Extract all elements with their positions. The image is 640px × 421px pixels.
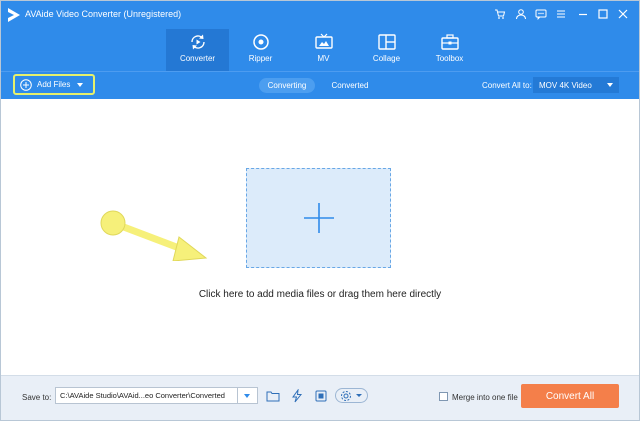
save-path-field[interactable]: C:\AVAide Studio\AVAid...eo Converter\Co… (55, 387, 238, 404)
save-path-dropdown[interactable] (238, 387, 258, 404)
bottom-bar: Save to: C:\AVAide Studio\AVAid...eo Con… (1, 375, 639, 420)
app-window: AVAide Video Converter (Unregistered) Co… (0, 0, 640, 421)
tab-collage-label: Collage (372, 54, 401, 63)
open-folder-button[interactable] (264, 387, 282, 404)
lightning-icon (292, 388, 303, 402)
tab-converted[interactable]: Converted (323, 78, 377, 93)
tab-toolbox[interactable]: Toolbox (418, 29, 481, 71)
output-format-select[interactable]: MOV 4K Video (533, 77, 619, 93)
chevron-down-icon[interactable] (77, 82, 84, 87)
toolbox-icon (440, 33, 460, 51)
tab-converter[interactable]: Converter (166, 29, 229, 71)
collage-grid-icon (377, 33, 397, 51)
tab-converter-label: Converter (179, 54, 216, 63)
ripper-disc-icon (251, 33, 271, 51)
tab-ripper-label: Ripper (248, 54, 273, 63)
merge-checkbox[interactable] (439, 392, 448, 401)
gpu-acceleration-button[interactable] (312, 387, 330, 404)
app-logo-icon (8, 8, 20, 22)
folder-icon (266, 391, 280, 401)
cart-icon[interactable] (491, 5, 509, 23)
add-files-button[interactable]: Add Files (13, 74, 95, 95)
tab-mv[interactable]: MV (292, 29, 355, 71)
chevron-down-icon (607, 83, 613, 87)
chevron-down-icon (356, 394, 362, 397)
merge-label: Merge into one file (452, 393, 518, 402)
maximize-icon[interactable] (594, 5, 612, 23)
converter-icon (188, 33, 208, 51)
pointer-arrow-icon (100, 210, 208, 261)
title-bar: AVAide Video Converter (Unregistered) Co… (1, 1, 639, 71)
minimize-icon[interactable] (574, 5, 592, 23)
gear-icon (341, 390, 351, 401)
gpu-chip-icon (315, 390, 327, 401)
tab-ripper[interactable]: Ripper (229, 29, 292, 71)
converter-toolbar: Add Files Converting Converted Convert A… (1, 71, 639, 99)
app-title: AVAide Video Converter (Unregistered) (25, 9, 182, 19)
mv-tv-icon (314, 33, 334, 51)
hardware-acceleration-button[interactable] (288, 387, 306, 404)
main-tabs: Converter Ripper MV Collage Toolbox (166, 29, 481, 71)
tab-toolbox-label: Toolbox (435, 54, 464, 63)
save-to-label: Save to: (22, 393, 52, 402)
user-icon[interactable] (512, 5, 530, 23)
chevron-down-icon (244, 394, 250, 398)
tab-converting[interactable]: Converting (259, 78, 315, 93)
tab-mv-label: MV (317, 54, 330, 63)
settings-button[interactable] (335, 388, 368, 403)
drop-hint-text: Click here to add media files or drag th… (198, 289, 442, 300)
convert-all-button[interactable]: Convert All (521, 384, 619, 408)
add-media-dropzone[interactable] (246, 168, 391, 268)
convert-all-to-label: Convert All to: (482, 81, 532, 90)
add-plus-icon (20, 78, 32, 91)
tab-collage[interactable]: Collage (355, 29, 418, 71)
menu-icon[interactable] (552, 5, 570, 23)
add-plus-icon (303, 203, 334, 233)
close-icon[interactable] (614, 5, 632, 23)
add-files-label: Add Files (37, 80, 71, 89)
output-format-value: MOV 4K Video (539, 80, 592, 90)
feedback-icon[interactable] (532, 5, 550, 23)
